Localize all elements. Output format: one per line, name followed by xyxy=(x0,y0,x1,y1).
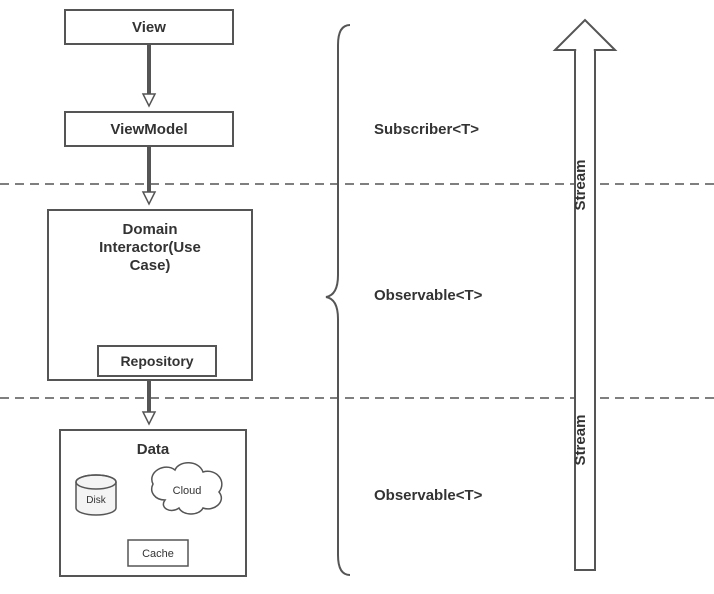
data-label: Data xyxy=(137,441,170,458)
observable1-label: Observable<T> xyxy=(374,287,483,304)
repository-label: Repository xyxy=(120,353,193,369)
disk-label: Disk xyxy=(86,495,106,506)
viewmodel-label: ViewModel xyxy=(110,121,187,138)
domain-label-2: Interactor(Use xyxy=(99,239,201,256)
stream-label-bottom: Stream xyxy=(572,415,589,466)
cloud-label: Cloud xyxy=(173,485,202,497)
curly-brace xyxy=(326,25,350,575)
cache-label: Cache xyxy=(142,548,174,560)
stream-arrow xyxy=(555,20,615,570)
observable2-label: Observable<T> xyxy=(374,487,483,504)
architecture-diagram: View ViewModel Domain Interactor(Use Cas… xyxy=(0,0,714,594)
stream-label-top: Stream xyxy=(572,160,589,211)
domain-label-3: Case) xyxy=(130,257,171,274)
domain-label-1: Domain xyxy=(122,221,177,238)
view-label: View xyxy=(132,19,166,36)
subscriber-label: Subscriber<T> xyxy=(374,121,479,138)
